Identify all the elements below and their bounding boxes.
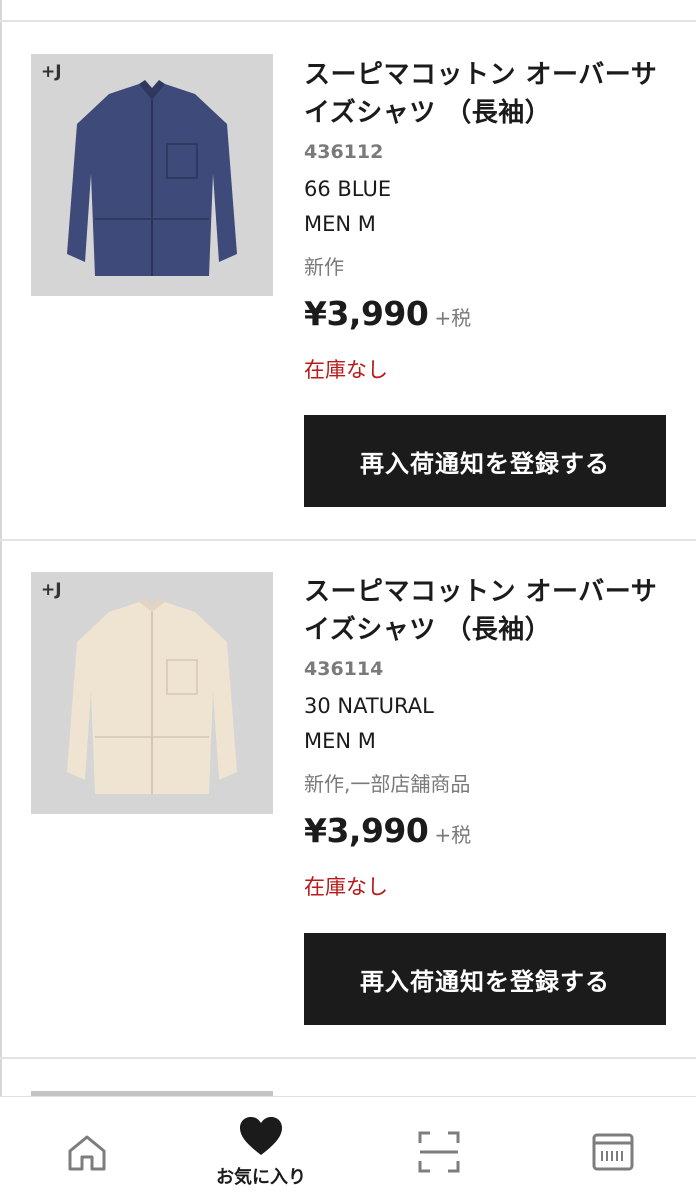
product-name[interactable]: スーピマコットン オーバーサイズシャツ （長袖） (304, 573, 674, 649)
bottom-nav: お気に入り (0, 1096, 696, 1201)
product-flags: 新作 (304, 255, 344, 279)
product-price: ¥3,990 (304, 294, 429, 333)
scan-icon (418, 1131, 460, 1173)
top-divider (0, 20, 696, 22)
product-size: MEN M (304, 729, 376, 753)
product-image[interactable]: +J (31, 572, 273, 814)
card-divider (0, 1057, 696, 1059)
shirt-illustration (67, 80, 237, 276)
shirt-illustration (67, 598, 237, 794)
tax-label: +税 (434, 306, 472, 330)
product-name[interactable]: スーピマコットン オーバーサイズシャツ （長袖） (304, 56, 674, 132)
product-size: MEN M (304, 212, 376, 236)
membership-card-icon (592, 1133, 634, 1171)
heart-icon (240, 1117, 282, 1155)
product-color: 30 NATURAL (304, 694, 434, 718)
product-info: スーピマコットン オーバーサイズシャツ （長袖） 436112 66 BLUE … (304, 56, 674, 384)
nav-home[interactable] (0, 1097, 174, 1201)
tax-label: +税 (434, 823, 472, 847)
card-divider (0, 539, 696, 541)
product-info: スーピマコットン オーバーサイズシャツ （長袖） 436114 30 NATUR… (304, 573, 674, 901)
product-flags: 新作,一部店舗商品 (304, 772, 471, 796)
product-color: 66 BLUE (304, 177, 392, 201)
product-price: ¥3,990 (304, 811, 429, 850)
product-code: 436112 (304, 141, 384, 163)
brand-mark: +J (41, 62, 62, 82)
home-icon (68, 1135, 106, 1171)
brand-mark: +J (41, 580, 62, 600)
price-row: ¥3,990 +税 (304, 292, 674, 342)
nav-membership[interactable] (522, 1097, 696, 1201)
product-code: 436114 (304, 658, 384, 680)
restock-notify-button[interactable]: 再入荷通知を登録する (304, 933, 666, 1025)
restock-notify-button[interactable]: 再入荷通知を登録する (304, 415, 666, 507)
stock-status: 在庫なし (304, 875, 388, 899)
nav-favorites-label: お気に入り (216, 1167, 306, 1188)
stock-status: 在庫なし (304, 358, 388, 382)
product-image[interactable]: +J (31, 54, 273, 296)
price-row: ¥3,990 +税 (304, 809, 674, 859)
nav-scan[interactable] (348, 1097, 522, 1201)
nav-favorites[interactable]: お気に入り (174, 1097, 348, 1201)
left-edge (0, 0, 2, 1200)
wishlist-screen: +J スーピマコットン オーバーサイズシャツ （長袖） 436112 66 BL… (0, 0, 696, 1201)
